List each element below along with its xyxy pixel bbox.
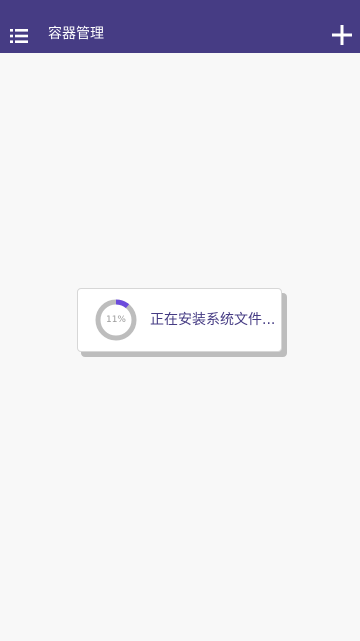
page-title: 容器管理: [48, 26, 104, 42]
app-bar: 容器管理: [0, 0, 360, 53]
progress-percent-label: 11%: [105, 315, 126, 325]
progress-dialog: 11% 正在安装系统文件...: [77, 288, 282, 352]
list-menu-icon[interactable]: [10, 28, 28, 43]
status-text: 正在安装系统文件...: [150, 312, 276, 328]
plus-icon[interactable]: [332, 25, 352, 45]
